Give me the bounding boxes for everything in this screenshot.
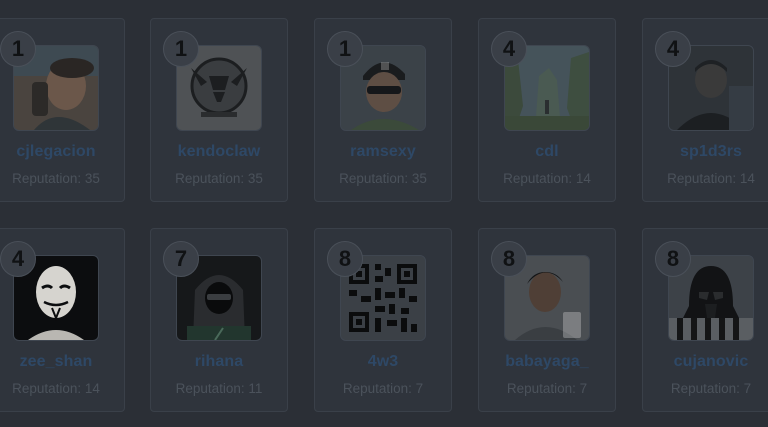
user-card[interactable]: 7 rihana Reputation: 11 <box>150 228 288 412</box>
rank-badge: 1 <box>327 31 363 67</box>
reputation-text: Reputation: 11 <box>175 381 263 396</box>
rank-badge: 7 <box>163 241 199 277</box>
user-card[interactable]: 8 4w3 Reputation: 7 <box>314 228 452 412</box>
user-card[interactable]: 1 cjlegacion Reputation: 35 <box>0 18 125 202</box>
username-link[interactable]: rihana <box>151 353 287 371</box>
user-card[interactable]: 4 sp1d3rs Reputation: 14 <box>642 18 768 202</box>
username-link[interactable]: 4w3 <box>315 353 451 371</box>
user-card[interactable]: 1 ramsexy Reputation: 35 <box>314 18 452 202</box>
username-link[interactable]: sp1d3rs <box>643 143 768 161</box>
rank-badge: 4 <box>491 31 527 67</box>
reputation-text: Reputation: 35 <box>339 171 427 186</box>
reputation-text: Reputation: 7 <box>506 381 588 396</box>
rank-badge: 8 <box>491 241 527 277</box>
leaderboard-grid: 1 cjlegacion Reputation: 35 1 kendoclaw … <box>0 0 768 427</box>
username-link[interactable]: babayaga_ <box>479 353 615 371</box>
reputation-text: Reputation: 14 <box>667 171 755 186</box>
user-card[interactable]: 1 kendoclaw Reputation: 35 <box>150 18 288 202</box>
rank-badge: 8 <box>655 241 691 277</box>
username-link[interactable]: zee_shan <box>0 353 124 371</box>
reputation-text: Reputation: 35 <box>175 171 263 186</box>
rank-badge: 1 <box>163 31 199 67</box>
rank-badge: 4 <box>655 31 691 67</box>
user-card[interactable]: 4 zee_shan Reputation: 14 <box>0 228 125 412</box>
username-link[interactable]: kendoclaw <box>151 143 287 161</box>
reputation-text: Reputation: 14 <box>12 381 100 396</box>
rank-badge: 4 <box>0 241 36 277</box>
user-card[interactable]: 4 cdl Reputation: 14 <box>478 18 616 202</box>
reputation-text: Reputation: 14 <box>503 171 591 186</box>
rank-badge: 8 <box>327 241 363 277</box>
reputation-text: Reputation: 7 <box>342 381 424 396</box>
username-link[interactable]: cujanovic <box>643 353 768 371</box>
rank-badge: 1 <box>0 31 36 67</box>
username-link[interactable]: cdl <box>479 143 615 161</box>
user-card[interactable]: 8 babayaga_ Reputation: 7 <box>478 228 616 412</box>
reputation-text: Reputation: 35 <box>12 171 100 186</box>
user-card[interactable]: 8 cujanovic Reputation: 7 <box>642 228 768 412</box>
reputation-text: Reputation: 7 <box>670 381 752 396</box>
username-link[interactable]: cjlegacion <box>0 143 124 161</box>
username-link[interactable]: ramsexy <box>315 143 451 161</box>
